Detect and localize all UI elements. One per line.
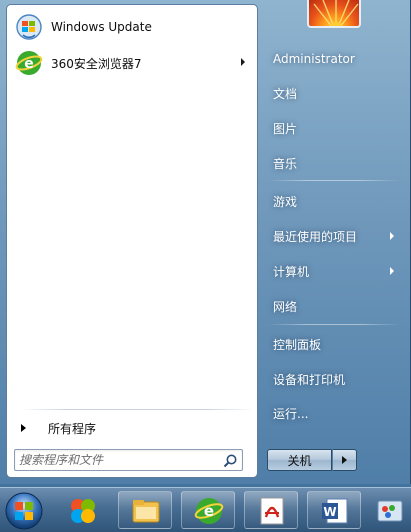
right-item-label: 音乐 [273,156,298,171]
taskbar-paint[interactable] [362,491,411,529]
right-item-recent-items[interactable]: 最近使用的项目 [264,223,404,249]
media-center-icon [71,499,95,523]
right-item-label: 网络 [273,299,298,314]
program-label: Windows Update [51,20,152,34]
svg-text:W: W [323,505,336,519]
pdf-reader-icon [260,497,284,525]
search-icon[interactable] [222,453,238,469]
start-orb-icon[interactable] [2,490,46,532]
right-item-games[interactable]: 游戏 [264,188,404,214]
file-explorer-icon [132,500,160,523]
taskbar: e W [0,487,411,532]
submenu-arrow-icon[interactable] [390,267,394,275]
submenu-arrow-icon[interactable] [241,58,245,66]
right-item-label: 计算机 [273,264,310,279]
taskbar-word[interactable]: W [307,491,361,529]
right-item-network[interactable]: 网络 [264,293,404,319]
right-item-label: 设备和打印机 [273,372,346,387]
right-item-label: 文档 [273,86,298,101]
right-item-pictures[interactable]: 图片 [264,115,404,141]
right-item-label: 控制面板 [273,337,322,352]
word-icon: W [322,498,348,524]
program-list-pane: Windows Update e 360安全浏览器7 所有程序 [6,4,258,478]
program-label: 360安全浏览器7 [51,56,142,71]
program-item-360-browser[interactable]: e 360安全浏览器7 [15,48,251,78]
right-item-run[interactable]: 运行... [264,400,404,426]
right-item-documents[interactable]: 文档 [264,80,404,106]
right-separator [268,180,400,181]
right-item-music[interactable]: 音乐 [264,150,404,176]
right-item-label: 游戏 [273,194,298,209]
taskbar-media-center[interactable] [55,491,109,529]
svg-text:e: e [24,56,34,72]
right-item-user[interactable]: Administrator [264,46,404,72]
windows-update-icon [15,13,43,41]
right-item-label: 图片 [273,121,298,136]
shutdown-options-button[interactable] [333,449,357,471]
paint-icon [377,500,403,522]
user-name: Administrator [273,52,355,66]
search-input[interactable] [19,452,215,468]
user-picture[interactable] [307,0,361,28]
shutdown-button[interactable]: 关机 [267,449,332,471]
right-item-label: 运行... [273,406,309,421]
submenu-arrow-icon[interactable] [390,232,394,240]
right-item-devices-printers[interactable]: 设备和打印机 [264,366,404,392]
program-item-windows-update[interactable]: Windows Update [15,12,251,42]
taskbar-pdf-reader[interactable] [244,491,298,529]
all-programs-button[interactable]: 所有程序 [21,418,253,438]
chevron-right-icon [342,456,347,464]
taskbar-file-explorer[interactable] [118,491,172,529]
right-item-computer[interactable]: 计算机 [264,258,404,284]
right-separator [268,324,400,325]
360-browser-icon: e [194,498,224,524]
svg-text:e: e [204,502,214,520]
all-programs-label: 所有程序 [48,421,97,436]
right-item-control-panel[interactable]: 控制面板 [264,331,404,357]
all-programs-arrow-icon [21,424,26,432]
shutdown-label: 关机 [287,453,312,468]
taskbar-360-browser[interactable]: e [181,491,235,529]
search-box[interactable] [14,449,243,471]
divider [19,409,255,410]
360-browser-icon: e [15,49,43,77]
right-item-label: 最近使用的项目 [273,229,358,244]
start-menu: Windows Update e 360安全浏览器7 所有程序 搜索程序和文件 … [0,0,411,484]
